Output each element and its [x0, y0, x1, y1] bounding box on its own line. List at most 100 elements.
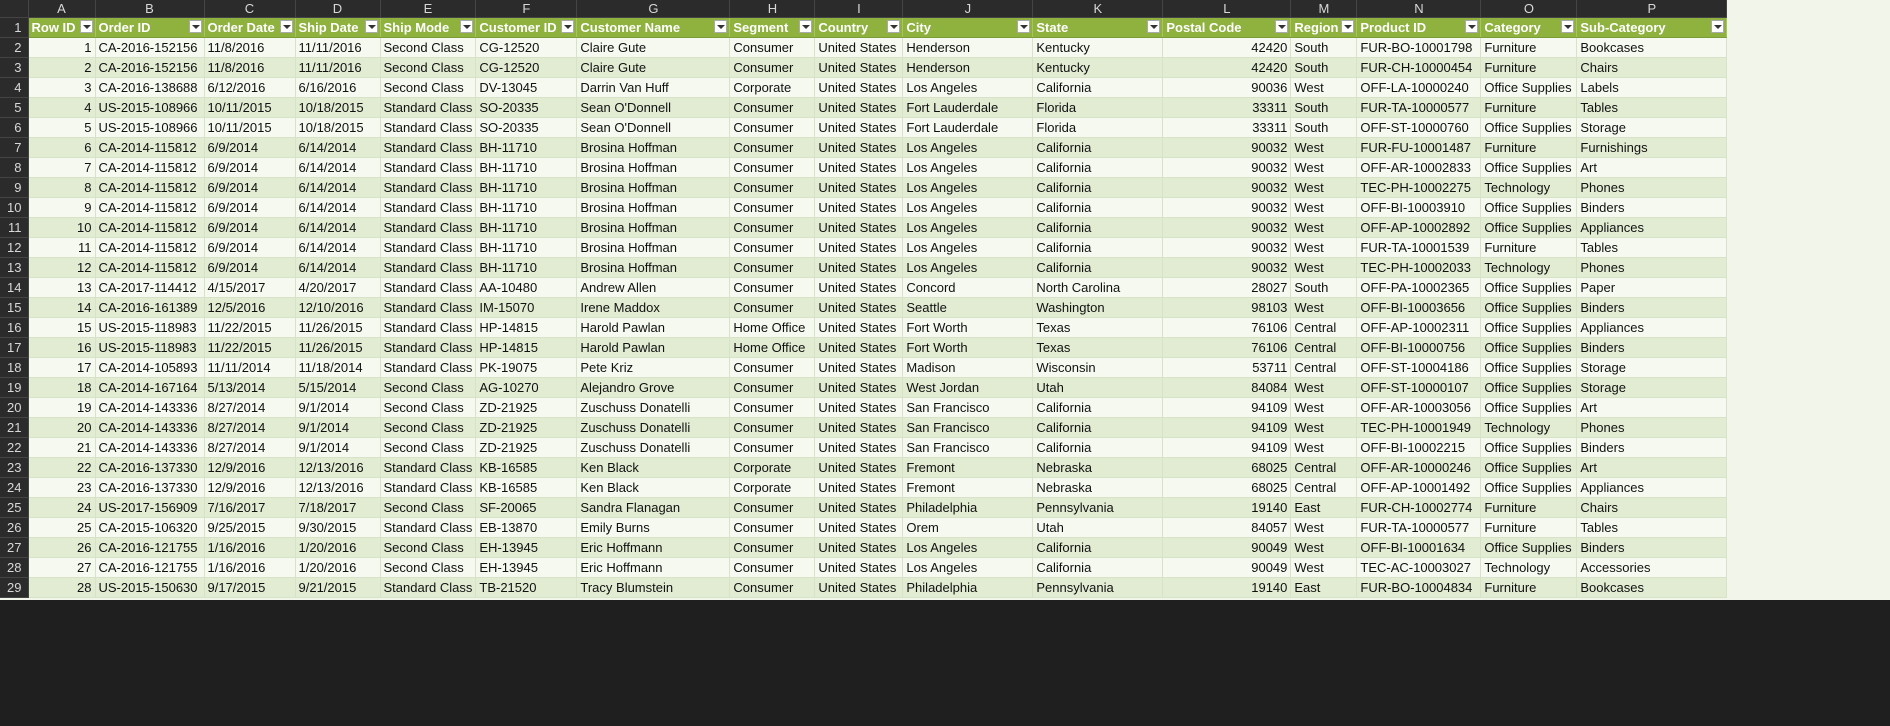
table-cell[interactable]: 25 — [28, 517, 96, 538]
table-cell[interactable]: 14 — [28, 297, 96, 318]
table-cell[interactable]: East — [1290, 577, 1358, 598]
table-cell[interactable]: Los Angeles — [902, 177, 1034, 198]
table-cell[interactable]: Second Class — [380, 57, 477, 78]
table-cell[interactable]: Standard Class — [380, 477, 477, 498]
table-cell[interactable]: United States — [814, 277, 904, 298]
table-cell[interactable]: Furniture — [1480, 497, 1578, 518]
table-cell[interactable]: Bookcases — [1576, 37, 1728, 58]
table-cell[interactable]: 6/9/2014 — [204, 217, 296, 238]
table-cell[interactable]: 10/18/2015 — [295, 117, 381, 138]
table-cell[interactable]: United States — [814, 217, 904, 238]
column-letter-j[interactable]: J — [902, 0, 1034, 18]
table-cell[interactable]: Office Supplies — [1480, 297, 1578, 318]
table-cell[interactable]: 6 — [28, 137, 96, 158]
table-cell[interactable]: Consumer — [729, 497, 816, 518]
table-cell[interactable]: 90032 — [1162, 177, 1292, 198]
table-cell[interactable]: 90032 — [1162, 137, 1292, 158]
header-cell[interactable]: Customer ID — [475, 17, 578, 38]
table-cell[interactable]: FUR-BO-10001798 — [1356, 37, 1482, 58]
table-cell[interactable]: CA-2016-121755 — [95, 537, 205, 558]
table-cell[interactable]: 1/16/2016 — [204, 537, 296, 558]
table-cell[interactable]: Standard Class — [380, 257, 477, 278]
table-cell[interactable]: Wisconsin — [1032, 357, 1164, 378]
row-number[interactable]: 23 — [0, 457, 29, 478]
table-cell[interactable]: Appliances — [1576, 477, 1728, 498]
column-letter-e[interactable]: E — [380, 0, 477, 18]
table-cell[interactable]: United States — [814, 457, 904, 478]
table-cell[interactable]: Nebraska — [1032, 477, 1164, 498]
table-cell[interactable]: Phones — [1576, 417, 1728, 438]
table-cell[interactable]: Henderson — [902, 57, 1034, 78]
table-cell[interactable]: 7/18/2017 — [295, 497, 381, 518]
table-cell[interactable]: Office Supplies — [1480, 277, 1578, 298]
table-cell[interactable]: United States — [814, 137, 904, 158]
table-cell[interactable]: Accessories — [1576, 557, 1728, 578]
table-cell[interactable]: 8/27/2014 — [204, 437, 296, 458]
table-cell[interactable]: Office Supplies — [1480, 197, 1578, 218]
table-cell[interactable]: Consumer — [729, 217, 816, 238]
table-cell[interactable]: BH-11710 — [475, 177, 578, 198]
table-cell[interactable]: Eric Hoffmann — [576, 557, 731, 578]
header-cell[interactable]: Country — [814, 17, 904, 38]
table-cell[interactable]: Standard Class — [380, 517, 477, 538]
table-cell[interactable]: Brosina Hoffman — [576, 157, 731, 178]
table-cell[interactable]: 8 — [28, 177, 96, 198]
table-cell[interactable]: 3 — [28, 77, 96, 98]
column-letter-d[interactable]: D — [295, 0, 381, 18]
table-cell[interactable]: 6/14/2014 — [295, 257, 381, 278]
table-cell[interactable]: OFF-ST-10000107 — [1356, 377, 1482, 398]
row-number[interactable]: 9 — [0, 177, 29, 198]
table-cell[interactable]: CA-2014-143336 — [95, 417, 205, 438]
table-cell[interactable]: United States — [814, 77, 904, 98]
table-cell[interactable]: Office Supplies — [1480, 537, 1578, 558]
table-cell[interactable]: Fort Worth — [902, 337, 1034, 358]
table-cell[interactable]: Binders — [1576, 337, 1728, 358]
table-cell[interactable]: Consumer — [729, 257, 816, 278]
table-cell[interactable]: California — [1032, 197, 1164, 218]
table-cell[interactable]: US-2015-118983 — [95, 337, 205, 358]
table-cell[interactable]: 98103 — [1162, 297, 1292, 318]
table-cell[interactable]: CA-2014-115812 — [95, 257, 205, 278]
table-cell[interactable]: 18 — [28, 377, 96, 398]
table-cell[interactable]: 4 — [28, 97, 96, 118]
table-cell[interactable]: Central — [1290, 457, 1358, 478]
table-cell[interactable]: SO-20335 — [475, 117, 578, 138]
table-cell[interactable]: Appliances — [1576, 217, 1728, 238]
table-cell[interactable]: HP-14815 — [475, 317, 578, 338]
table-cell[interactable]: South — [1290, 117, 1358, 138]
table-cell[interactable]: West — [1290, 397, 1358, 418]
table-cell[interactable]: 6/14/2014 — [295, 137, 381, 158]
table-cell[interactable]: 6/9/2014 — [204, 137, 296, 158]
table-cell[interactable]: OFF-ST-10000760 — [1356, 117, 1482, 138]
table-cell[interactable]: 2 — [28, 57, 96, 78]
table-cell[interactable]: Los Angeles — [902, 537, 1034, 558]
table-cell[interactable]: OFF-AR-10002833 — [1356, 157, 1482, 178]
table-cell[interactable]: Chairs — [1576, 497, 1728, 518]
table-cell[interactable]: Consumer — [729, 377, 816, 398]
table-cell[interactable]: Furnishings — [1576, 137, 1728, 158]
table-cell[interactable]: 19140 — [1162, 497, 1292, 518]
table-cell[interactable]: 1/20/2016 — [295, 557, 381, 578]
table-cell[interactable]: IM-15070 — [475, 297, 578, 318]
table-cell[interactable]: 15 — [28, 317, 96, 338]
table-cell[interactable]: Standard Class — [380, 237, 477, 258]
table-cell[interactable]: 6/9/2014 — [204, 257, 296, 278]
table-cell[interactable]: 6/14/2014 — [295, 237, 381, 258]
table-cell[interactable]: Second Class — [380, 37, 477, 58]
table-cell[interactable]: Harold Pawlan — [576, 337, 731, 358]
table-cell[interactable]: West — [1290, 297, 1358, 318]
table-cell[interactable]: AG-10270 — [475, 377, 578, 398]
table-cell[interactable]: 42420 — [1162, 37, 1292, 58]
column-letter-c[interactable]: C — [204, 0, 296, 18]
table-cell[interactable]: Brosina Hoffman — [576, 197, 731, 218]
table-cell[interactable]: United States — [814, 477, 904, 498]
table-cell[interactable]: United States — [814, 437, 904, 458]
table-cell[interactable]: Consumer — [729, 137, 816, 158]
table-cell[interactable]: Fremont — [902, 477, 1034, 498]
table-cell[interactable]: Office Supplies — [1480, 377, 1578, 398]
table-cell[interactable]: Binders — [1576, 437, 1728, 458]
row-number[interactable]: 24 — [0, 477, 29, 498]
table-cell[interactable]: FUR-BO-10004834 — [1356, 577, 1482, 598]
table-cell[interactable]: 90032 — [1162, 237, 1292, 258]
header-cell[interactable]: Row ID — [28, 17, 96, 38]
